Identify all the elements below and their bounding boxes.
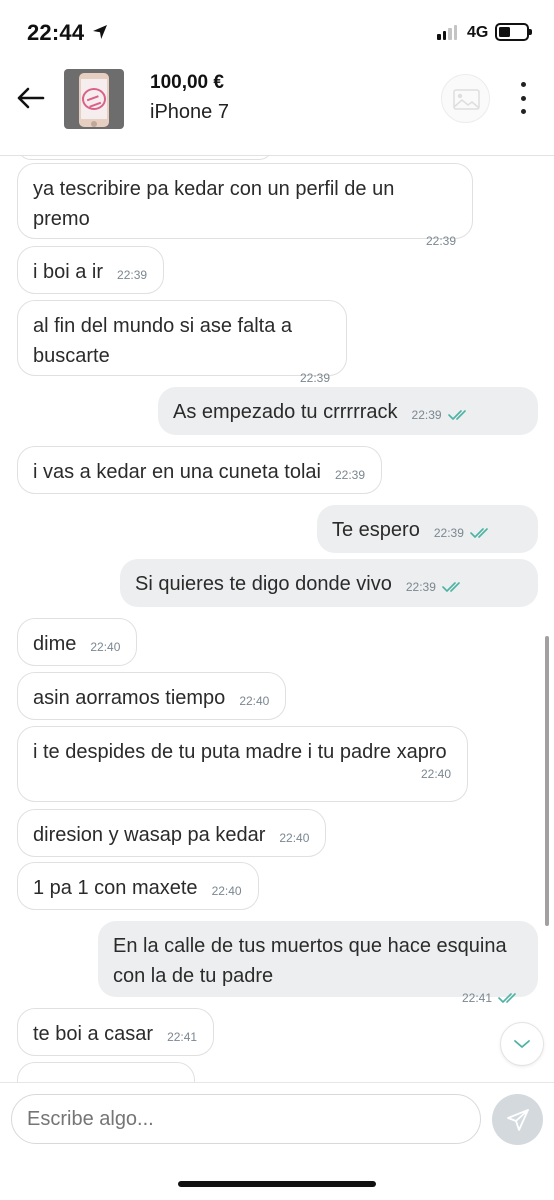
message-time: 22:40 — [211, 884, 242, 898]
message-text: i boi a ir — [33, 261, 104, 283]
message-time: 22:39 — [334, 468, 365, 482]
handshake-logo-icon — [82, 88, 106, 110]
status-bar: 22:44 4G — [0, 0, 554, 64]
send-icon — [506, 1108, 529, 1131]
message-incoming: 1 pa 1 con maxete 22:40 — [17, 862, 259, 910]
status-time: 22:44 — [27, 20, 85, 45]
message-text: al fin del mundo si ase falta a buscarte — [33, 315, 293, 367]
message-time: 22:39 — [433, 526, 464, 540]
message-outgoing: Si quieres te digo donde vivo 22:39 — [120, 559, 538, 607]
message-time: 22:39 — [299, 371, 330, 385]
scroll-to-bottom-button[interactable] — [500, 1022, 544, 1066]
message-text: Te espero — [332, 519, 420, 541]
message-text: Si quieres te digo donde vivo — [135, 573, 392, 595]
message-time: 22:41 — [461, 991, 492, 1005]
message-outgoing: En la calle de tus muertos que hace esqu… — [98, 921, 538, 1005]
item-thumbnail[interactable] — [64, 69, 124, 129]
message-text: te boi a casar — [33, 1023, 154, 1045]
message-text: As empezado tu crrrrrack — [173, 401, 398, 423]
message-bubble-partial — [17, 156, 273, 160]
message-time: 22:39 — [405, 580, 436, 594]
item-title[interactable]: iPhone 7 — [150, 101, 229, 124]
message-input[interactable] — [11, 1094, 481, 1144]
send-button[interactable] — [492, 1094, 543, 1145]
message-time: 22:40 — [420, 767, 451, 781]
message-text: diresion y wasap pa kedar — [33, 824, 266, 846]
battery-icon — [495, 23, 532, 41]
back-arrow-icon — [17, 87, 45, 109]
location-arrow-icon — [92, 24, 108, 45]
home-indicator — [178, 1181, 376, 1187]
network-label: 4G — [467, 24, 489, 41]
item-price: 100,00 € — [150, 72, 224, 93]
message-incoming: dime 22:40 — [17, 618, 138, 666]
message-time: 22:39 — [425, 234, 456, 248]
message-text: i vas a kedar en una cuneta tolai — [33, 461, 321, 483]
read-ticks-icon — [447, 410, 466, 420]
message-outgoing: As empezado tu crrrrrack 22:39 — [158, 387, 538, 435]
message-incoming: diresion y wasap pa kedar 22:40 — [17, 809, 327, 857]
message-time: 22:40 — [239, 694, 270, 708]
message-incoming: al fin del mundo si ase falta a buscarte… — [17, 300, 347, 385]
message-text: asin aorramos tiempo — [33, 687, 226, 709]
back-button[interactable] — [12, 82, 48, 114]
message-incoming: i boi a ir 22:39 — [17, 246, 165, 294]
message-text: dime — [33, 633, 77, 655]
chevron-down-icon — [514, 1040, 530, 1048]
read-ticks-icon — [470, 528, 488, 538]
message-incoming: i vas a kedar en una cuneta tolai 22:39 — [17, 446, 382, 494]
message-time: 22:41 — [167, 1030, 198, 1044]
user-avatar[interactable] — [441, 74, 490, 123]
message-time: 22:39 — [411, 408, 442, 422]
message-text: i te despides de tu puta madre i tu padr… — [33, 741, 447, 763]
message-composer — [0, 1082, 554, 1200]
message-list[interactable]: ya tescribire pa kedar con un perfil de … — [0, 156, 554, 1082]
message-incoming: ya tescribire pa kedar con un perfil de … — [17, 163, 473, 248]
message-time: 22:40 — [90, 640, 121, 654]
message-bubble-partial — [17, 1062, 195, 1082]
message-time: 22:40 — [279, 831, 310, 845]
message-incoming: asin aorramos tiempo 22:40 — [17, 672, 287, 720]
scrollbar[interactable] — [545, 636, 549, 926]
more-vertical-icon[interactable] — [516, 82, 530, 114]
message-text: ya tescribire pa kedar con un perfil de … — [33, 178, 395, 230]
message-outgoing: Te espero 22:39 — [317, 505, 538, 553]
message-text: 1 pa 1 con maxete — [33, 877, 198, 899]
message-incoming: i te despides de tu puta madre i tu padr… — [17, 726, 468, 802]
chat-header: 100,00 € iPhone 7 — [0, 64, 554, 156]
signal-icon — [437, 25, 457, 40]
read-ticks-icon — [498, 993, 516, 1003]
message-text: En la calle de tus muertos que hace esqu… — [113, 935, 507, 987]
read-ticks-icon — [442, 582, 460, 592]
message-incoming: te boi a casar 22:41 — [17, 1008, 215, 1056]
avatar-placeholder-icon — [453, 89, 480, 110]
message-time: 22:39 — [117, 268, 148, 282]
